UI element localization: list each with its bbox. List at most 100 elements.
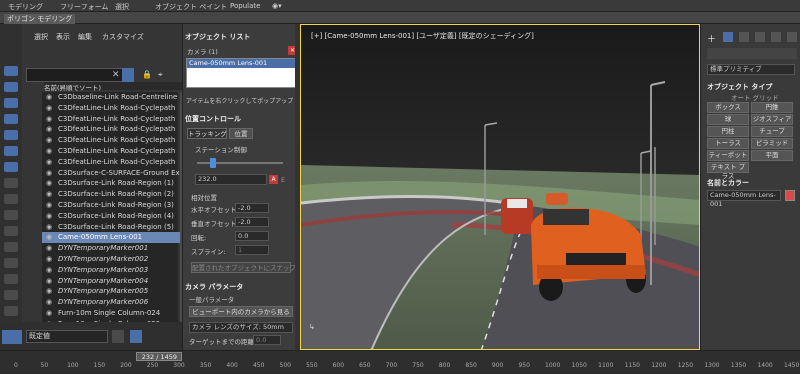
list-item[interactable]: ◉ C3Dsurface-Link Road-Region (5) — [42, 222, 202, 233]
display-tab-icon[interactable] — [771, 32, 781, 42]
list-item[interactable]: ◉ Furn-10m Single Column-024 — [42, 308, 202, 319]
list-item[interactable]: ◉ C3Dsurface-C-SURFACE-Ground Ex — [42, 168, 202, 179]
visibility-eye-icon[interactable]: ◉ — [46, 265, 55, 276]
visibility-eye-icon[interactable]: ◉ — [46, 92, 55, 103]
display-hidden-icon[interactable] — [4, 258, 18, 268]
tab-tracking[interactable]: トラッキング — [187, 128, 227, 139]
list-item[interactable]: ◉ C3DfeatLine-Link Road-Cyclepath — [42, 114, 202, 125]
display-lights-icon[interactable] — [4, 114, 18, 124]
teapot-button[interactable]: ティーポット — [707, 150, 749, 161]
visibility-eye-icon[interactable]: ◉ — [46, 103, 55, 114]
visibility-eye-icon[interactable]: ◉ — [46, 243, 55, 254]
timeline[interactable]: 0 50 100 150 200 250 300 350 400 450 500 550 600 650 7… — [0, 350, 800, 373]
hierarchy-tab-icon[interactable] — [739, 32, 749, 42]
layer-add-icon[interactable] — [130, 330, 142, 343]
display-filter-icon[interactable] — [4, 306, 18, 316]
menu-select[interactable]: 選択 — [34, 32, 48, 42]
list-item[interactable]: ◉ C3DfeatLine-Link Road-Cyclepath — [42, 103, 202, 114]
display-shapes-icon[interactable] — [4, 98, 18, 108]
lock-icon[interactable]: 🔒 — [142, 70, 152, 79]
view-from-camera-button[interactable]: ビューポート内のカメラから見る — [189, 306, 293, 317]
modify-tab-icon[interactable] — [723, 32, 733, 42]
list-item[interactable]: ◉ DYNTemporaryMarker001 — [42, 243, 202, 254]
ribbon-tab-populate[interactable]: Populate — [230, 2, 260, 10]
box-button[interactable]: ボックス — [707, 102, 749, 113]
position-control-title[interactable]: 位置コントロール — [185, 114, 241, 124]
ribbon-tab-modeling[interactable]: モデリング — [8, 2, 43, 12]
time-slider[interactable]: 232 / 1459 — [136, 352, 183, 361]
clear-search-icon[interactable]: ✕ — [112, 70, 120, 80]
menu-display[interactable]: 表示 — [56, 32, 70, 42]
object-list-title[interactable]: オブジェクト リスト — [185, 32, 250, 42]
station-value-field[interactable]: 232.0 — [195, 174, 267, 185]
list-item[interactable]: ◉ C3Dsurface-Link Road-Region (1) — [42, 178, 202, 189]
visibility-eye-icon[interactable]: ◉ — [46, 168, 55, 179]
camera-list-item[interactable]: Came-050mm Lens-001 — [187, 59, 297, 68]
visibility-eye-icon[interactable]: ◉ — [46, 308, 55, 319]
list-item[interactable]: ◉ C3DfeatLine-Link Road-Cyclepath — [42, 146, 202, 157]
visibility-eye-icon[interactable]: ◉ — [46, 232, 55, 243]
visibility-eye-icon[interactable]: ◉ — [46, 200, 55, 211]
ribbon-tab-freeform[interactable]: フリーフォーム — [60, 2, 108, 12]
display-helpers-icon[interactable] — [4, 146, 18, 156]
object-category-icons[interactable] — [707, 48, 797, 59]
snap-to-object-button[interactable]: 配置されたオブジェクトにスナップ — [191, 262, 296, 273]
visibility-eye-icon[interactable]: ◉ — [46, 222, 55, 233]
visibility-eye-icon[interactable]: ◉ — [46, 114, 55, 125]
ribbon-options-icon[interactable]: ◉▾ — [272, 2, 282, 10]
filter-dropdown-icon[interactable] — [122, 68, 134, 82]
utilities-tab-icon[interactable] — [787, 32, 797, 42]
pyramid-button[interactable]: ピラミッド — [751, 138, 793, 149]
list-item[interactable]: ◉ C3Dsurface-Link Road-Region (2) — [42, 189, 202, 200]
ribbon-tab-selection[interactable]: 選択 — [115, 2, 129, 12]
list-item[interactable]: ◉ C3Dbaseline-Link Road-Centreline — [42, 92, 202, 103]
tab-position[interactable]: 位置 — [229, 128, 253, 139]
visibility-eye-icon[interactable]: ◉ — [46, 189, 55, 200]
pin-icon[interactable]: ⌖ — [158, 70, 163, 80]
visibility-eye-icon[interactable]: ◉ — [46, 211, 55, 222]
cone-button[interactable]: 円錐 — [751, 102, 793, 113]
autogrid-label[interactable]: オート グリッド — [731, 92, 779, 102]
spline-field[interactable]: 1 — [235, 245, 269, 255]
list-item[interactable]: ◉ DYNTemporaryMarker004 — [42, 276, 202, 287]
display-invert-icon[interactable] — [4, 290, 18, 300]
station-keyframe-icon[interactable]: A — [269, 175, 278, 184]
list-item[interactable]: ◉ C3DfeatLine-Link Road-Cyclepath — [42, 124, 202, 135]
cylinder-button[interactable]: 円柱 — [707, 126, 749, 137]
display-containers-icon[interactable] — [4, 226, 18, 236]
list-item[interactable]: ◉ C3Dsurface-Link Road-Region (4) — [42, 211, 202, 222]
visibility-eye-icon[interactable]: ◉ — [46, 276, 55, 287]
list-item[interactable]: ◉ DYNTemporaryMarker005 — [42, 286, 202, 297]
list-item[interactable]: ◉ Came-050mm Lens-001 — [42, 232, 202, 243]
camera-viewport[interactable]: [+] [Came-050mm Lens-001] [ユーザ定義] [既定のシェ… — [300, 24, 700, 350]
text-plus-button[interactable]: テキスト プラス — [707, 162, 749, 180]
object-name-field[interactable]: Came-050mm Lens-001 — [707, 190, 781, 208]
list-item[interactable]: ◉ DYNTemporaryMarker006 — [42, 297, 202, 308]
list-item[interactable]: ◉ DYNTemporaryMarker002 — [42, 254, 202, 265]
display-frozen-icon[interactable] — [4, 242, 18, 252]
list-item[interactable]: ◉ C3DfeatLine-Link Road-Cyclepath — [42, 135, 202, 146]
station-ease-icon[interactable]: E — [281, 176, 285, 184]
station-slider-thumb[interactable] — [209, 158, 216, 168]
display-geometry-icon[interactable] — [4, 82, 18, 92]
tube-button[interactable]: チューブ — [751, 126, 793, 137]
layer-explorer-icon[interactable] — [2, 330, 22, 344]
display-xrefs-icon[interactable] — [4, 194, 18, 204]
object-type-title[interactable]: オブジェクト タイプ — [707, 82, 772, 92]
visibility-eye-icon[interactable]: ◉ — [46, 286, 55, 297]
visibility-eye-icon[interactable]: ◉ — [46, 146, 55, 157]
display-all-icon[interactable] — [4, 274, 18, 284]
display-bones-icon[interactable] — [4, 210, 18, 220]
polygon-modeling-tab[interactable]: ポリゴン モデリング — [4, 14, 76, 24]
lens-size-dropdown[interactable]: カメラ レンズのサイズ: 50mm — [189, 322, 293, 333]
list-item[interactable]: ◉ C3DfeatLine-Link Road-Cyclepath — [42, 157, 202, 168]
visibility-eye-icon[interactable]: ◉ — [46, 178, 55, 189]
menu-customize[interactable]: カスタマイズ — [102, 32, 144, 42]
rotation-field[interactable]: 0.0 — [235, 231, 269, 241]
geosphere-button[interactable]: ジオスフィア — [751, 114, 793, 125]
object-color-swatch[interactable] — [785, 190, 795, 201]
primitive-dropdown[interactable]: 標準プリミティブ — [707, 64, 795, 75]
ribbon-tab-object-paint[interactable]: オブジェクト ペイント — [155, 2, 227, 12]
visibility-eye-icon[interactable]: ◉ — [46, 124, 55, 135]
list-item[interactable]: ◉ C3Dsurface-Link Road-Region (3) — [42, 200, 202, 211]
